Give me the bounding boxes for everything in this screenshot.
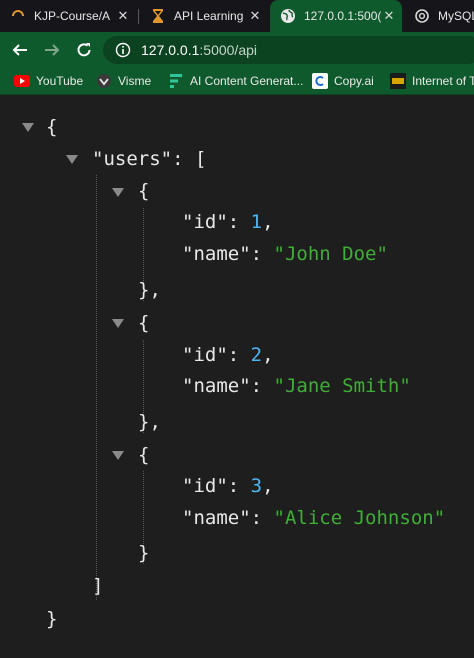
json-id-line: "id": 3, <box>182 475 274 497</box>
json-name-line: "name": "John Doe" <box>182 240 388 268</box>
bookmark-ai-content-generator[interactable]: AI Content Generat... <box>168 72 303 90</box>
openai-icon <box>414 8 430 24</box>
json-key-users: "users" <box>92 148 173 170</box>
ucl-icon <box>390 73 406 89</box>
json-array-close: ] <box>92 575 104 597</box>
back-arrow-icon <box>12 44 27 56</box>
collapse-toggle-icon[interactable] <box>112 319 124 328</box>
tab-title: API Learning <box>174 9 244 23</box>
json-root-open: { <box>46 116 58 138</box>
close-icon[interactable]: ✕ <box>248 9 262 23</box>
json-object-open: { <box>138 312 150 334</box>
collapse-toggle-icon[interactable] <box>66 155 78 164</box>
globe-icon <box>280 8 296 24</box>
loading-spinner-icon <box>10 8 26 24</box>
json-key-name: "name" <box>182 243 251 265</box>
collapse-toggle-icon[interactable] <box>112 188 124 197</box>
json-close-brace: } <box>138 411 150 433</box>
json-key-name: "name" <box>182 507 251 529</box>
back-button[interactable] <box>8 38 32 62</box>
json-object-close: }, <box>138 279 161 301</box>
close-icon[interactable]: ✕ <box>382 9 396 23</box>
json-name-line: "name": "Alice Johnson" <box>182 504 445 532</box>
json-value-id: 1 <box>250 211 263 233</box>
ai-content-icon <box>168 73 184 89</box>
bookmark-internet-of-things[interactable]: Internet of T <box>390 72 474 90</box>
json-key-id: "id" <box>182 211 228 233</box>
url-path: :5000/api <box>199 42 257 58</box>
browser-toolbar: 127.0.0.1:5000/api <box>0 32 474 68</box>
info-icon[interactable] <box>115 42 131 58</box>
json-users-line: "users": [ <box>92 145 206 173</box>
tab-localhost-api[interactable]: 127.0.0.1:500( ✕ <box>270 0 402 32</box>
copyai-icon <box>312 73 328 89</box>
json-id-line: "id": 1, <box>182 211 274 233</box>
json-viewer: { "users": [ { "id": 1, "name": "John Do… <box>0 95 474 658</box>
reload-icon <box>77 43 91 57</box>
bookmark-youtube[interactable]: YouTube <box>14 72 83 90</box>
collapse-toggle-icon[interactable] <box>112 451 124 460</box>
bookmark-copy-ai[interactable]: Copy.ai <box>312 72 374 90</box>
bookmark-label: Copy.ai <box>334 74 374 88</box>
json-colon: : <box>227 475 240 497</box>
tab-mysql[interactable]: MySQL <box>404 0 474 32</box>
forward-arrow-icon <box>45 44 60 56</box>
tab-strip: KJP-Course/A ✕ API Learning ✕ 127.0.0.1:… <box>0 0 474 32</box>
json-name-line: "name": "Jane Smith" <box>182 372 411 400</box>
tab-title: KJP-Course/A <box>34 9 111 23</box>
tab-kjp-course[interactable]: KJP-Course/A ✕ <box>0 0 136 32</box>
json-key-name: "name" <box>182 375 251 397</box>
url-host: 127.0.0.1 <box>141 42 200 58</box>
json-key-id: "id" <box>182 344 228 366</box>
visme-icon <box>96 73 112 89</box>
tab-title: 127.0.0.1:500( <box>304 9 382 23</box>
close-icon[interactable]: ✕ <box>116 9 130 23</box>
json-colon: : <box>250 243 263 265</box>
tab-api-learning[interactable]: API Learning ✕ <box>140 0 268 32</box>
json-value-id: 2 <box>250 344 263 366</box>
json-colon: : <box>227 344 240 366</box>
json-id-line: "id": 2, <box>182 344 274 366</box>
indent-guide <box>96 175 97 600</box>
hourglass-icon <box>150 8 166 24</box>
json-object-close: }, <box>138 411 161 433</box>
bookmark-label: Internet of T <box>412 74 474 88</box>
json-open-bracket: [ <box>194 148 207 170</box>
json-object-close: } <box>138 542 150 564</box>
json-object-open: { <box>138 180 150 202</box>
json-value-id: 3 <box>250 475 263 497</box>
json-colon: : <box>227 211 240 233</box>
bookmark-label: AI Content Generat... <box>190 74 304 88</box>
tab-title: MySQL <box>438 9 474 23</box>
reload-button[interactable] <box>72 38 96 62</box>
bookmark-label: Visme <box>118 74 152 88</box>
address-bar[interactable]: 127.0.0.1:5000/api <box>103 36 474 64</box>
json-colon: : <box>250 507 263 529</box>
json-colon: : <box>172 148 184 170</box>
json-colon: : <box>250 375 263 397</box>
json-close-brace: } <box>138 279 150 301</box>
bookmark-label: YouTube <box>36 74 84 88</box>
bookmark-visme[interactable]: Visme <box>96 72 151 90</box>
youtube-icon <box>14 73 30 89</box>
json-key-id: "id" <box>182 475 228 497</box>
json-value-name: "Alice Johnson" <box>273 507 446 529</box>
forward-button[interactable] <box>40 38 64 62</box>
bookmarks-bar: YouTube Visme AI Content Generat... Copy… <box>0 68 474 95</box>
json-value-name: "Jane Smith" <box>273 375 411 397</box>
json-root-close: } <box>46 608 58 630</box>
tab-divider <box>138 9 139 24</box>
collapse-toggle-icon[interactable] <box>22 123 34 132</box>
json-object-open: { <box>138 444 150 466</box>
json-value-name: "John Doe" <box>273 243 388 265</box>
url-text[interactable]: 127.0.0.1:5000/api <box>141 42 257 58</box>
